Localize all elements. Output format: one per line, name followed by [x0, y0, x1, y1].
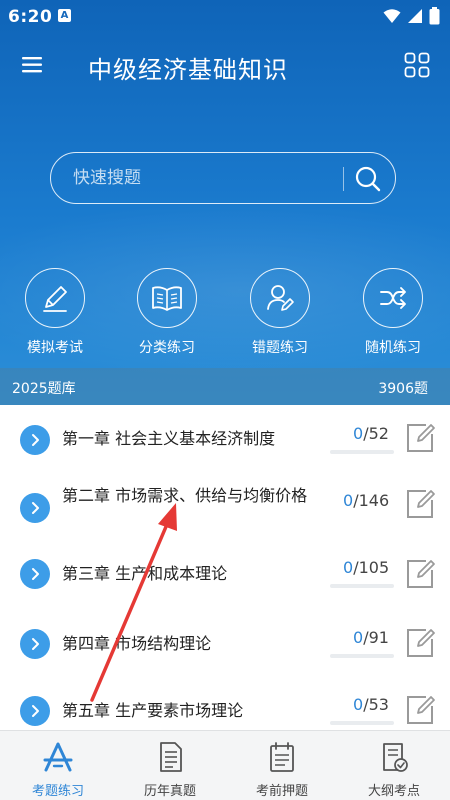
chapter-item-2[interactable]: 第二章 市场需求、供给与均衡价格 0/146: [0, 471, 450, 537]
chapter-title: 第一章 社会主义基本经济制度: [62, 429, 276, 448]
chevron-right-icon: [20, 425, 50, 455]
random-practice-button[interactable]: 随机练习: [343, 268, 443, 357]
chapter-progress: 0/52: [353, 424, 389, 443]
pencil-icon: [25, 268, 85, 328]
quick-actions: 模拟考试 分类练习 错题练习 随机练习: [0, 268, 450, 368]
bank-name: 2025题库: [12, 381, 76, 397]
chapter-progress: 0/53: [353, 695, 389, 714]
tab-label: 大纲考点: [367, 784, 420, 799]
signal-icon: [408, 9, 422, 23]
category-practice-button[interactable]: 分类练习: [117, 268, 217, 357]
tab-label: 历年真题: [143, 784, 196, 799]
search-icon[interactable]: [353, 164, 383, 194]
chapter-progress: 0/105: [343, 558, 390, 577]
search-divider: [343, 167, 344, 191]
wrong-question-label: 错题练习: [252, 340, 308, 356]
bank-count: 3906题: [378, 381, 428, 397]
battery-icon: [429, 7, 440, 25]
progress-track: [330, 654, 394, 658]
chapter-title: 第二章 市场需求、供给与均衡价格: [62, 486, 308, 505]
shuffle-icon: [363, 268, 423, 328]
tab-syllabus[interactable]: 大纲考点: [338, 731, 450, 800]
chapter-title: 第三章 生产和成本理论: [62, 564, 228, 583]
tab-label: 考前押题: [255, 784, 308, 799]
tab-label: 考题练习: [31, 784, 84, 799]
search-input[interactable]: [73, 163, 333, 193]
status-time: 6:20: [8, 7, 53, 27]
wifi-icon: [383, 9, 401, 23]
chapter-title: 第四章 市场结构理论: [62, 634, 212, 653]
menu-icon[interactable]: [20, 52, 46, 78]
mock-exam-button[interactable]: 模拟考试: [5, 268, 105, 357]
chevron-right-icon: [20, 559, 50, 589]
book-icon: [137, 268, 197, 328]
chapter-item-5[interactable]: 第五章 生产要素市场理论 0/53: [0, 675, 450, 727]
mock-exam-label: 模拟考试: [27, 340, 83, 356]
bottom-tab-bar: 考题练习 历年真题 考前押题 大纲考点: [0, 730, 450, 800]
chevron-right-icon: [20, 696, 50, 726]
tab-practice[interactable]: 考题练习: [2, 731, 114, 800]
wrong-question-button[interactable]: 错题练习: [230, 268, 330, 357]
edit-icon[interactable]: [404, 558, 436, 590]
chapter-item-4[interactable]: 第四章 市场结构理论 0/91: [0, 609, 450, 675]
notification-badge: A: [58, 9, 71, 22]
category-practice-label: 分类练习: [139, 340, 195, 356]
app-title: 中级经济基础知识: [88, 56, 288, 84]
chapter-progress: 0/91: [353, 628, 389, 647]
grid-menu-icon[interactable]: [404, 52, 430, 78]
tab-predicted-questions[interactable]: 考前押题: [226, 731, 338, 800]
question-bank-bar: 2025题库 3906题: [0, 368, 450, 405]
chapter-item-3[interactable]: 第三章 生产和成本理论 0/105: [0, 543, 450, 609]
status-icons: [383, 6, 440, 26]
progress-track: [330, 450, 394, 454]
edit-icon[interactable]: [404, 422, 436, 454]
edit-icon[interactable]: [404, 694, 436, 726]
person-edit-icon: [250, 268, 310, 328]
title-bar: 中级经济基础知识: [0, 40, 450, 90]
chevron-right-icon: [20, 629, 50, 659]
calendar-icon: [270, 742, 294, 772]
chapter-title: 第五章 生产要素市场理论: [62, 701, 244, 720]
edit-icon[interactable]: [404, 627, 436, 659]
chapter-item-1[interactable]: 第一章 社会主义基本经济制度 0/52: [0, 405, 450, 471]
search-bar: [50, 152, 396, 204]
practice-icon: [43, 742, 73, 772]
progress-track: [330, 584, 394, 588]
random-practice-label: 随机练习: [365, 340, 421, 356]
edit-icon[interactable]: [404, 488, 436, 520]
tab-past-exams[interactable]: 历年真题: [114, 731, 226, 800]
chapter-progress: 0/146: [343, 491, 390, 510]
chevron-right-icon: [20, 493, 50, 523]
chapter-list: 第一章 社会主义基本经济制度 0/52 第二章 市场需求、供给与均衡价格 0/1…: [0, 405, 450, 727]
document-icon: [160, 742, 182, 772]
syllabus-icon: [383, 743, 408, 772]
status-bar: 6:20 A: [0, 0, 450, 34]
progress-track: [330, 721, 394, 725]
